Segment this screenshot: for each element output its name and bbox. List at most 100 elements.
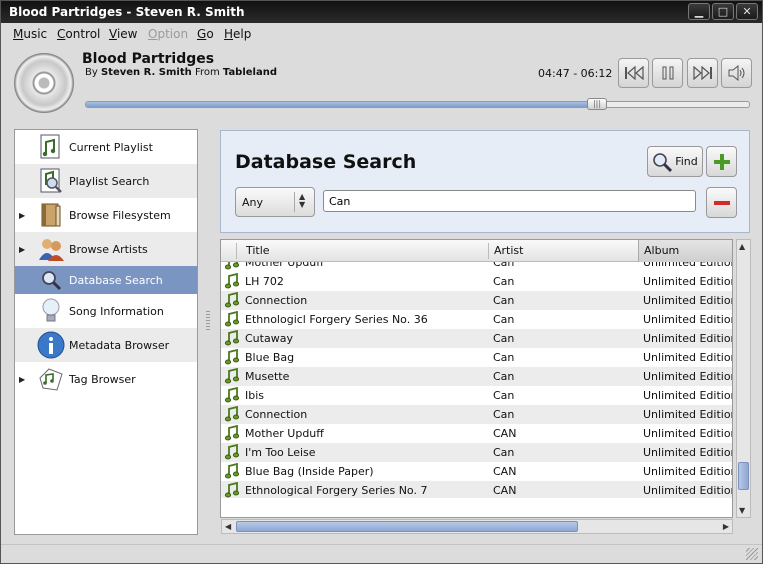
minus-icon — [713, 200, 730, 205]
cell-album: Unlimited Edition — [643, 389, 733, 402]
playlist-icon — [37, 133, 65, 161]
cell-album: Unlimited Edition — [643, 484, 733, 497]
sidebar-item-label: Database Search — [69, 273, 163, 287]
remove-criteria-button[interactable] — [706, 187, 737, 218]
sidebar-item-metadata-browser[interactable]: Metadata Browser — [15, 328, 197, 362]
music-note-icon — [224, 424, 240, 441]
pause-button[interactable] — [652, 58, 683, 88]
seek-bar-handle[interactable]: ||| — [587, 98, 607, 110]
cell-title: I'm Too Leise — [245, 446, 316, 459]
column-header-album-cell[interactable]: Album — [638, 240, 732, 262]
cell-artist: Can — [493, 351, 515, 364]
main-window: Blood Partridges - Steven R. Smith ▁ □ ✕… — [0, 0, 763, 564]
page-title: Database Search — [235, 151, 417, 173]
horizontal-scrollbar-thumb[interactable] — [236, 521, 578, 532]
menu-go[interactable]: Go — [197, 27, 214, 41]
table-body: Mother Upduff Can Unlimited Edition LH 702 C… — [221, 262, 733, 498]
menu-music[interactable]: Music — [13, 27, 47, 41]
search-query-input[interactable] — [323, 190, 696, 212]
next-button[interactable] — [687, 58, 718, 88]
filesystem-icon — [37, 201, 65, 229]
table-row[interactable]: Mother Upduff CAN Unlimited Edition — [221, 424, 733, 443]
table-row[interactable]: Blue Bag Can Unlimited Edition — [221, 348, 733, 367]
expander-icon[interactable]: ▶ — [19, 245, 25, 254]
table-row[interactable]: Connection Can Unlimited Edition — [221, 291, 733, 310]
sidebar-item-tag-browser[interactable]: ▶ Tag Browser — [15, 362, 197, 396]
previous-button[interactable] — [618, 58, 649, 88]
seek-bar-fill — [86, 102, 597, 107]
cell-album: Unlimited Edition — [643, 332, 733, 345]
table-row[interactable]: Musette Can Unlimited Edition — [221, 367, 732, 386]
cell-title: Connection — [245, 408, 308, 421]
minimize-button[interactable]: ▁ — [688, 3, 710, 20]
sidebar-item-database-search[interactable]: Database Search — [15, 266, 197, 294]
cell-album: Unlimited Edition — [643, 262, 733, 269]
menu-view[interactable]: View — [109, 27, 137, 41]
cell-album: Unlimited Edition — [643, 294, 733, 307]
scroll-down-icon[interactable]: ▼ — [739, 506, 745, 515]
table-row[interactable]: Connection Can Unlimited Edition — [221, 405, 732, 424]
vertical-scrollbar-thumb[interactable] — [738, 462, 749, 490]
sidebar-item-label: Browse Filesystem — [69, 208, 171, 222]
previous-icon — [624, 66, 644, 80]
cell-artist: Can — [493, 262, 515, 269]
resize-grip[interactable] — [746, 548, 758, 560]
music-note-icon — [224, 348, 240, 365]
cell-artist: CAN — [493, 484, 517, 497]
seek-bar[interactable]: ||| — [85, 98, 750, 110]
add-criteria-button[interactable] — [706, 146, 737, 177]
maximize-button[interactable]: □ — [712, 3, 734, 20]
close-button[interactable]: ✕ — [736, 3, 758, 20]
cell-artist: Can — [493, 313, 515, 326]
cell-album: Unlimited Edition — [643, 351, 733, 364]
column-header-artist[interactable]: Artist — [494, 244, 523, 257]
table-row[interactable]: Blue Bag (Inside Paper) CAN Unlimited Edit… — [221, 462, 732, 481]
artists-icon — [37, 235, 65, 263]
cell-artist: CAN — [493, 427, 517, 440]
sidebar-item-label: Browse Artists — [69, 242, 148, 256]
table-row[interactable]: I'm Too Leise Can Unlimited Edition — [221, 443, 733, 462]
table-row[interactable]: Ibis Can Unlimited Edition — [221, 386, 733, 405]
vertical-scrollbar[interactable]: ▲ ▼ — [736, 239, 751, 518]
sidebar-item-browse-artists[interactable]: ▶ Browse Artists — [15, 232, 197, 266]
menu-help[interactable]: Help — [224, 27, 251, 41]
now-playing-subtitle: By Steven R. Smith From Tableland — [85, 67, 278, 78]
scroll-up-icon[interactable]: ▲ — [739, 242, 745, 251]
cell-album: Unlimited Edition — [643, 427, 733, 440]
expander-icon[interactable]: ▶ — [19, 375, 25, 384]
cell-title: Musette — [245, 370, 290, 383]
music-note-icon — [224, 310, 240, 327]
lightbulb-icon — [37, 297, 65, 325]
column-header-title[interactable]: Title — [246, 244, 270, 257]
cell-title: Ibis — [245, 389, 265, 402]
cell-title: Mother Upduff — [245, 262, 324, 269]
scroll-right-icon[interactable]: ▶ — [723, 522, 729, 531]
sidebar-item-browse-filesystem[interactable]: ▶ Browse Filesystem — [15, 198, 197, 232]
sidebar-item-song-information[interactable]: Song Information — [15, 294, 197, 328]
sidebar-item-playlist-search[interactable]: Playlist Search — [15, 164, 197, 198]
horizontal-scrollbar[interactable]: ◀ ▶ — [221, 519, 733, 534]
expander-icon[interactable]: ▶ — [19, 211, 25, 220]
table-row[interactable]: Cutaway Can Unlimited Edition — [221, 329, 733, 348]
cell-title: Connection — [245, 294, 308, 307]
find-button[interactable]: Find — [647, 146, 703, 177]
table-row[interactable]: Ethnological Forgery Series No. 7 CAN Unli… — [221, 481, 733, 498]
music-note-icon — [224, 481, 240, 498]
table-row[interactable]: LH 702 Can Unlimited Edition — [221, 272, 733, 291]
menu-option: Option — [148, 27, 189, 41]
sidebar-item-current-playlist[interactable]: Current Playlist — [15, 130, 197, 164]
music-note-icon — [224, 405, 240, 422]
cell-album: Unlimited Edition — [643, 275, 733, 288]
tag-icon — [37, 365, 65, 393]
plus-icon — [713, 153, 730, 170]
menu-bar: Music Control View Option Go Help — [1, 23, 762, 45]
pane-resize-handle[interactable] — [206, 311, 210, 331]
menu-control[interactable]: Control — [57, 27, 100, 41]
volume-button[interactable] — [721, 58, 752, 88]
field-select[interactable]: Any ▲ ▼ — [235, 187, 315, 217]
cell-album: Unlimited Edition — [643, 446, 733, 459]
table-row[interactable]: Mother Upduff Can Unlimited Edition — [221, 262, 733, 272]
music-note-icon — [224, 262, 240, 270]
table-row[interactable]: Ethnologicl Forgery Series No. 36 Can Unli… — [221, 310, 732, 329]
scroll-left-icon[interactable]: ◀ — [225, 522, 231, 531]
